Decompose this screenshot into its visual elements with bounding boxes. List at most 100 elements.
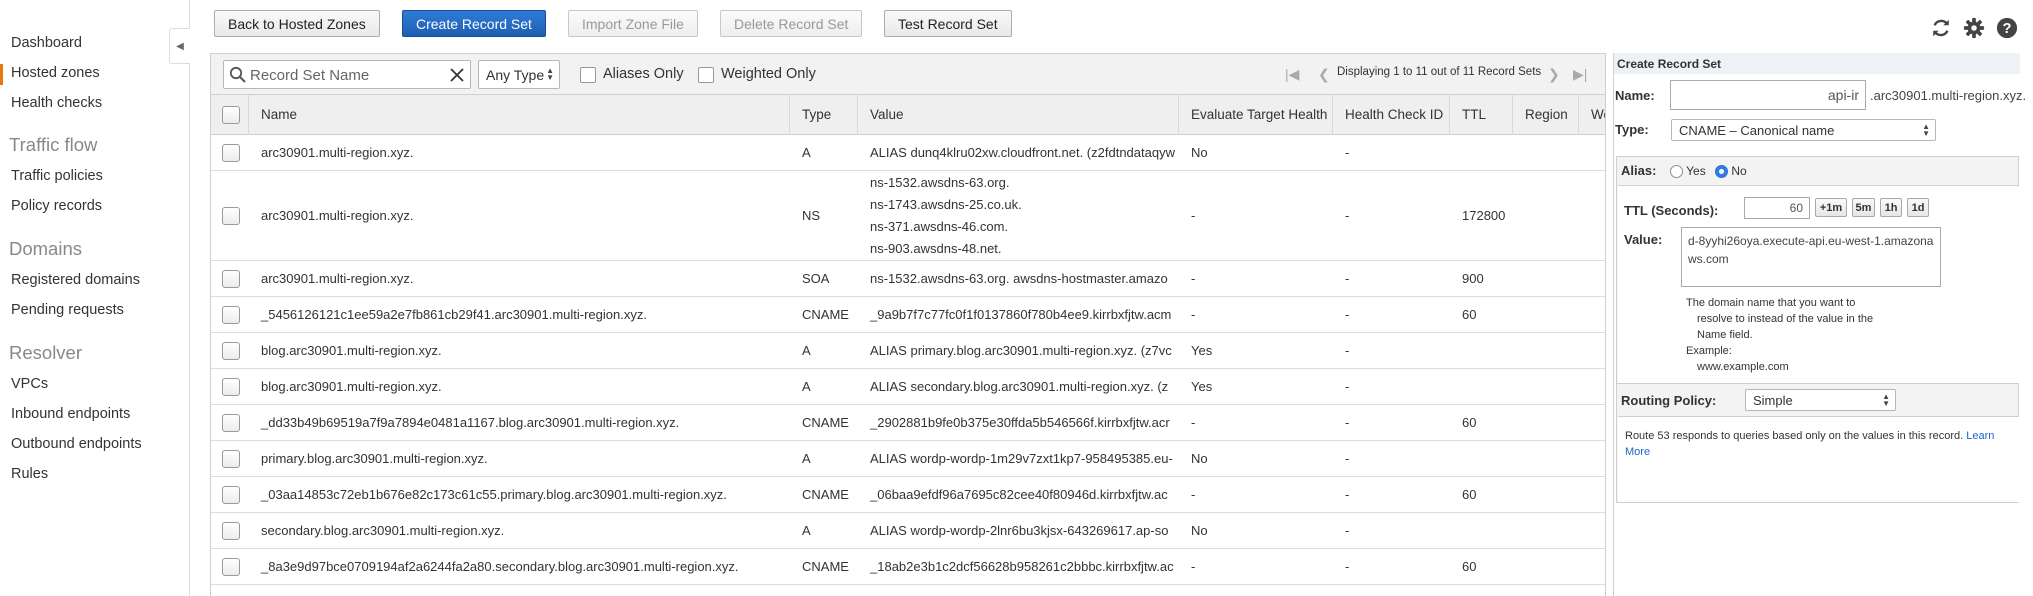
row-checkbox[interactable]	[222, 377, 240, 396]
table-row[interactable]: _8a3e9d97bce0709194af2a6244fa2a80.second…	[211, 549, 1605, 585]
cell-value: ALIAS primary.blog.arc30901.multi-region…	[858, 333, 1179, 368]
row-select-cell	[211, 405, 249, 440]
type-filter-select[interactable]: Any Type ▲ ▼	[478, 60, 560, 89]
value-line: _18ab2e3b1c2dcf56628b958261c2bbbc.kirrbx…	[870, 559, 1174, 574]
sidebar-item-dashboard[interactable]: Dashboard	[11, 35, 82, 51]
prev-page-icon[interactable]: ❮	[1318, 66, 1330, 83]
value-help-line-1: The domain name that you want to	[1686, 297, 1856, 309]
sidebar-item-policy-records[interactable]: Policy records	[11, 198, 102, 214]
row-checkbox[interactable]	[222, 521, 240, 540]
table-row[interactable]: _5456126121c1ee59a2e7fb861cb29f41.arc309…	[211, 297, 1605, 333]
row-checkbox[interactable]	[222, 557, 240, 576]
ttl-5m-button[interactable]: 5m	[1852, 198, 1875, 217]
help-icon[interactable]: ?	[1996, 17, 2018, 39]
next-page-icon[interactable]: ❯	[1548, 66, 1560, 83]
cell-eth: -	[1191, 307, 1196, 322]
cell-value: ALIAS dunq4klru02xw.cloudfront.net. (z2f…	[858, 135, 1179, 170]
column-header-ttl[interactable]: TTL	[1450, 95, 1513, 135]
table-row[interactable]: arc30901.multi-region.xyz. A ALIAS dunq4kl…	[211, 135, 1605, 171]
cell-weight	[1579, 405, 1605, 440]
row-checkbox[interactable]	[222, 341, 240, 360]
create-record-set-button[interactable]: Create Record Set	[402, 10, 546, 37]
cell-eth: -	[1191, 271, 1196, 286]
cell-ttl: 60	[1462, 415, 1477, 430]
weighted-only-label[interactable]: Weighted Only	[721, 66, 816, 82]
select-all-checkbox[interactable]	[211, 95, 249, 135]
cell-hc: -	[1345, 208, 1350, 223]
cell-region	[1513, 441, 1579, 476]
column-header-value[interactable]: Value	[858, 95, 1179, 135]
cell-eth: -	[1191, 415, 1196, 430]
ttl-input[interactable]: 60	[1744, 197, 1810, 219]
column-header-evaluate-target-health[interactable]: Evaluate Target Health	[1179, 95, 1333, 135]
sidebar-item-inbound-endpoints[interactable]: Inbound endpoints	[11, 406, 130, 422]
table-row[interactable]: _03aa14853c72eb1b676e82c173c61c55.primar…	[211, 477, 1605, 513]
row-select-cell	[211, 171, 249, 260]
alias-no-radio[interactable]	[1715, 165, 1728, 179]
learn-more-link[interactable]: Learn	[1966, 430, 1994, 442]
routing-policy-select[interactable]: Simple ▲ ▼	[1745, 389, 1896, 411]
ttl-1h-button[interactable]: 1h	[1880, 198, 1902, 217]
column-header-name[interactable]: Name	[249, 95, 790, 135]
cell-region	[1513, 135, 1579, 170]
sidebar-item-pending-requests[interactable]: Pending requests	[11, 302, 124, 318]
table-row[interactable]: secondary.blog.arc30901.multi-region.xyz…	[211, 513, 1605, 549]
sidebar-item-rules[interactable]: Rules	[11, 466, 48, 482]
cell-ttl	[1450, 333, 1513, 368]
test-record-set-button[interactable]: Test Record Set	[884, 10, 1012, 37]
aliases-only-label[interactable]: Aliases Only	[603, 66, 684, 82]
row-checkbox[interactable]	[222, 305, 240, 324]
column-header-health-check-id[interactable]: Health Check ID	[1333, 95, 1450, 135]
refresh-icon[interactable]	[1930, 17, 1952, 39]
delete-record-set-button[interactable]: Delete Record Set	[720, 10, 863, 37]
row-checkbox[interactable]	[222, 449, 240, 468]
aliases-only-checkbox[interactable]	[580, 66, 596, 83]
sidebar-item-traffic-policies[interactable]: Traffic policies	[11, 168, 103, 184]
row-checkbox[interactable]	[222, 206, 240, 225]
table-row[interactable]: arc30901.multi-region.xyz. NS ns-1532.awsd…	[211, 171, 1605, 261]
type-select[interactable]: CNAME – Canonical name ▲ ▼	[1671, 119, 1936, 141]
sidebar-item-outbound-endpoints[interactable]: Outbound endpoints	[11, 436, 142, 452]
ttl-1d-button[interactable]: 1d	[1907, 198, 1929, 217]
sidebar-item-hosted-zones[interactable]: Hosted zones	[11, 65, 100, 81]
gear-icon[interactable]	[1963, 17, 1985, 39]
cell-ttl: 900	[1462, 271, 1484, 286]
table-row[interactable]: blog.arc30901.multi-region.xyz. A ALIAS se…	[211, 369, 1605, 405]
first-page-icon[interactable]: |◀	[1285, 66, 1299, 83]
sidebar-item-registered-domains[interactable]: Registered domains	[11, 272, 140, 288]
cell-value: ALIAS wordp-wordp-2lnr6bu3kjsx-643269617…	[858, 513, 1179, 548]
back-to-hosted-zones-button[interactable]: Back to Hosted Zones	[214, 10, 380, 37]
table-row[interactable]: blog.arc30901.multi-region.xyz. A ALIAS pr…	[211, 333, 1605, 369]
weighted-only-checkbox[interactable]	[698, 66, 714, 83]
value-textarea[interactable]: d-8yyhi26oya.execute-api.eu-west-1.amazo…	[1681, 227, 1941, 287]
cell-value: ALIAS wordp-wordp-1m29v7zxt1kp7-95849538…	[858, 441, 1179, 476]
column-header-region[interactable]: Region	[1513, 95, 1579, 135]
learn-more-link-2[interactable]: More	[1625, 446, 1650, 458]
row-checkbox[interactable]	[222, 269, 240, 288]
table-row[interactable]: arc30901.multi-region.xyz. SOA ns-1532.aws…	[211, 261, 1605, 297]
pager-status: Displaying 1 to 11 out of 11 Record Sets	[1337, 66, 1542, 78]
alias-yes-radio[interactable]	[1670, 165, 1683, 179]
clear-search-icon[interactable]	[450, 68, 464, 82]
column-header-type[interactable]: Type	[790, 95, 858, 135]
search-input[interactable]	[248, 64, 443, 86]
last-page-icon[interactable]: ▶|	[1573, 66, 1587, 83]
cell-value: ns-1532.awsdns-63.org. awsdns-hostmaster…	[858, 261, 1179, 296]
alias-yes-option[interactable]: Yes	[1670, 164, 1706, 179]
import-zone-file-button[interactable]: Import Zone File	[568, 10, 698, 37]
sidebar-collapse-button[interactable]: ◀	[169, 28, 190, 64]
row-checkbox[interactable]	[222, 413, 240, 432]
cell-ttl	[1450, 441, 1513, 476]
sidebar-item-health-checks[interactable]: Health checks	[11, 95, 102, 111]
column-header-weight[interactable]: Weight	[1579, 95, 1605, 135]
ttl-plus-1m-button[interactable]: +1m	[1815, 198, 1847, 217]
name-input[interactable]: api-ir	[1670, 80, 1866, 110]
sidebar-item-vpcs[interactable]: VPCs	[11, 376, 48, 392]
table-row[interactable]: primary.blog.arc30901.multi-region.xyz. A…	[211, 441, 1605, 477]
table-row[interactable]: _dd33b49b69519a7f9a7894e0481a1167.blog.a…	[211, 405, 1605, 441]
row-checkbox[interactable]	[222, 143, 240, 162]
cell-eth: Yes	[1191, 379, 1213, 394]
alias-no-option[interactable]: No	[1715, 164, 1747, 179]
name-suffix: .arc30901.multi-region.xyz.	[1870, 88, 2027, 103]
row-checkbox[interactable]	[222, 485, 240, 504]
